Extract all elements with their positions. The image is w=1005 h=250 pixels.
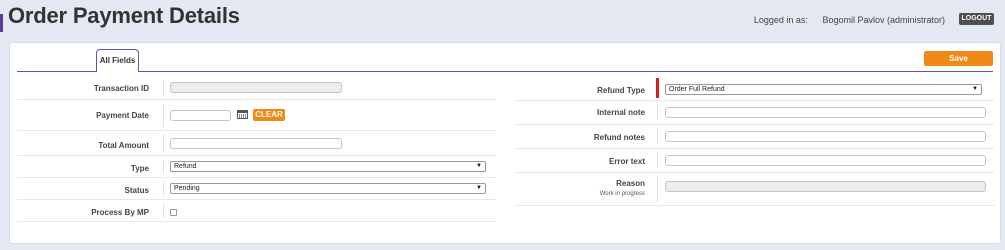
- field-row-error-text: Error text: [514, 149, 994, 173]
- page-accent-bar: [0, 14, 3, 32]
- field-row-process-by-mp: Process By MP: [17, 200, 496, 222]
- required-field-marker: [656, 78, 659, 98]
- logout-button[interactable]: LOGOUT: [959, 13, 994, 25]
- total-amount-label: Total Amount: [98, 141, 149, 150]
- field-row-internal-note: Internal note: [514, 101, 994, 125]
- details-panel: All Fields Save Transaction ID Payment D…: [9, 42, 1001, 244]
- row-separator: [163, 159, 164, 174]
- error-text-input[interactable]: [665, 155, 986, 166]
- dropdown-arrow-icon: ▼: [476, 185, 482, 191]
- dropdown-arrow-icon: ▼: [972, 86, 978, 92]
- refund-type-selected-value: Order Full Refund: [669, 86, 725, 93]
- field-row-refund-notes: Refund notes: [514, 125, 994, 149]
- process-by-mp-checkbox[interactable]: [170, 209, 177, 216]
- user-name: Bogomil Pavlov (administrator): [822, 15, 945, 25]
- row-separator: [657, 176, 658, 202]
- reason-note: Work in progress: [599, 191, 645, 197]
- row-separator: [163, 103, 164, 127]
- field-row-status: Status Pending ▼: [17, 178, 496, 200]
- transaction-id-input[interactable]: [170, 82, 342, 93]
- type-select[interactable]: Refund ▼: [170, 161, 486, 172]
- row-separator: [657, 128, 658, 145]
- payment-date-label: Payment Date: [96, 111, 149, 120]
- page-title: Order Payment Details: [8, 3, 240, 28]
- row-separator: [163, 203, 164, 218]
- field-row-refund-type: Refund Type Order Full Refund ▼: [514, 76, 994, 101]
- tab-all-fields[interactable]: All Fields: [96, 49, 139, 72]
- refund-type-select[interactable]: Order Full Refund ▼: [665, 84, 982, 95]
- internal-note-label: Internal note: [596, 108, 645, 117]
- row-separator: [163, 181, 164, 196]
- payment-date-input[interactable]: [170, 110, 231, 121]
- internal-note-input[interactable]: [665, 107, 986, 118]
- field-row-transaction-id: Transaction ID: [17, 76, 496, 100]
- type-label: Type: [130, 164, 149, 173]
- calendar-icon[interactable]: [237, 110, 248, 119]
- status-selected-value: Pending: [174, 185, 200, 192]
- dropdown-arrow-icon: ▼: [476, 163, 482, 169]
- tab-divider: [17, 71, 993, 72]
- refund-type-label: Refund Type: [597, 86, 645, 95]
- transaction-id-label: Transaction ID: [93, 84, 149, 93]
- process-by-mp-label: Process By MP: [91, 208, 149, 217]
- user-info: Logged in as: Bogomil Pavlov (administra…: [754, 15, 945, 25]
- refund-notes-input[interactable]: [665, 131, 986, 142]
- status-select[interactable]: Pending ▼: [170, 183, 486, 194]
- type-selected-value: Refund: [174, 163, 197, 170]
- total-amount-input[interactable]: [170, 138, 342, 149]
- field-row-reason: Reason Work in progress: [514, 173, 994, 206]
- field-row-type: Type Refund ▼: [17, 156, 496, 178]
- field-row-total-amount: Total Amount: [17, 131, 496, 156]
- right-fields-column: Refund Type Order Full Refund ▼ Internal…: [514, 76, 994, 206]
- reason-input[interactable]: [665, 181, 986, 192]
- field-row-payment-date: Payment Date CLEAR: [17, 100, 496, 131]
- row-separator: [163, 79, 164, 96]
- row-separator: [163, 134, 164, 152]
- status-label: Status: [124, 186, 149, 195]
- left-fields-column: Transaction ID Payment Date CLEAR Total …: [17, 76, 496, 222]
- save-button[interactable]: Save: [924, 51, 993, 66]
- clear-date-button[interactable]: CLEAR: [253, 109, 285, 121]
- row-separator: [657, 152, 658, 169]
- row-separator: [657, 104, 658, 121]
- refund-notes-label: Refund notes: [593, 133, 645, 142]
- logged-in-label: Logged in as:: [753, 15, 808, 25]
- reason-label: Reason: [616, 179, 645, 188]
- error-text-label: Error text: [608, 157, 645, 166]
